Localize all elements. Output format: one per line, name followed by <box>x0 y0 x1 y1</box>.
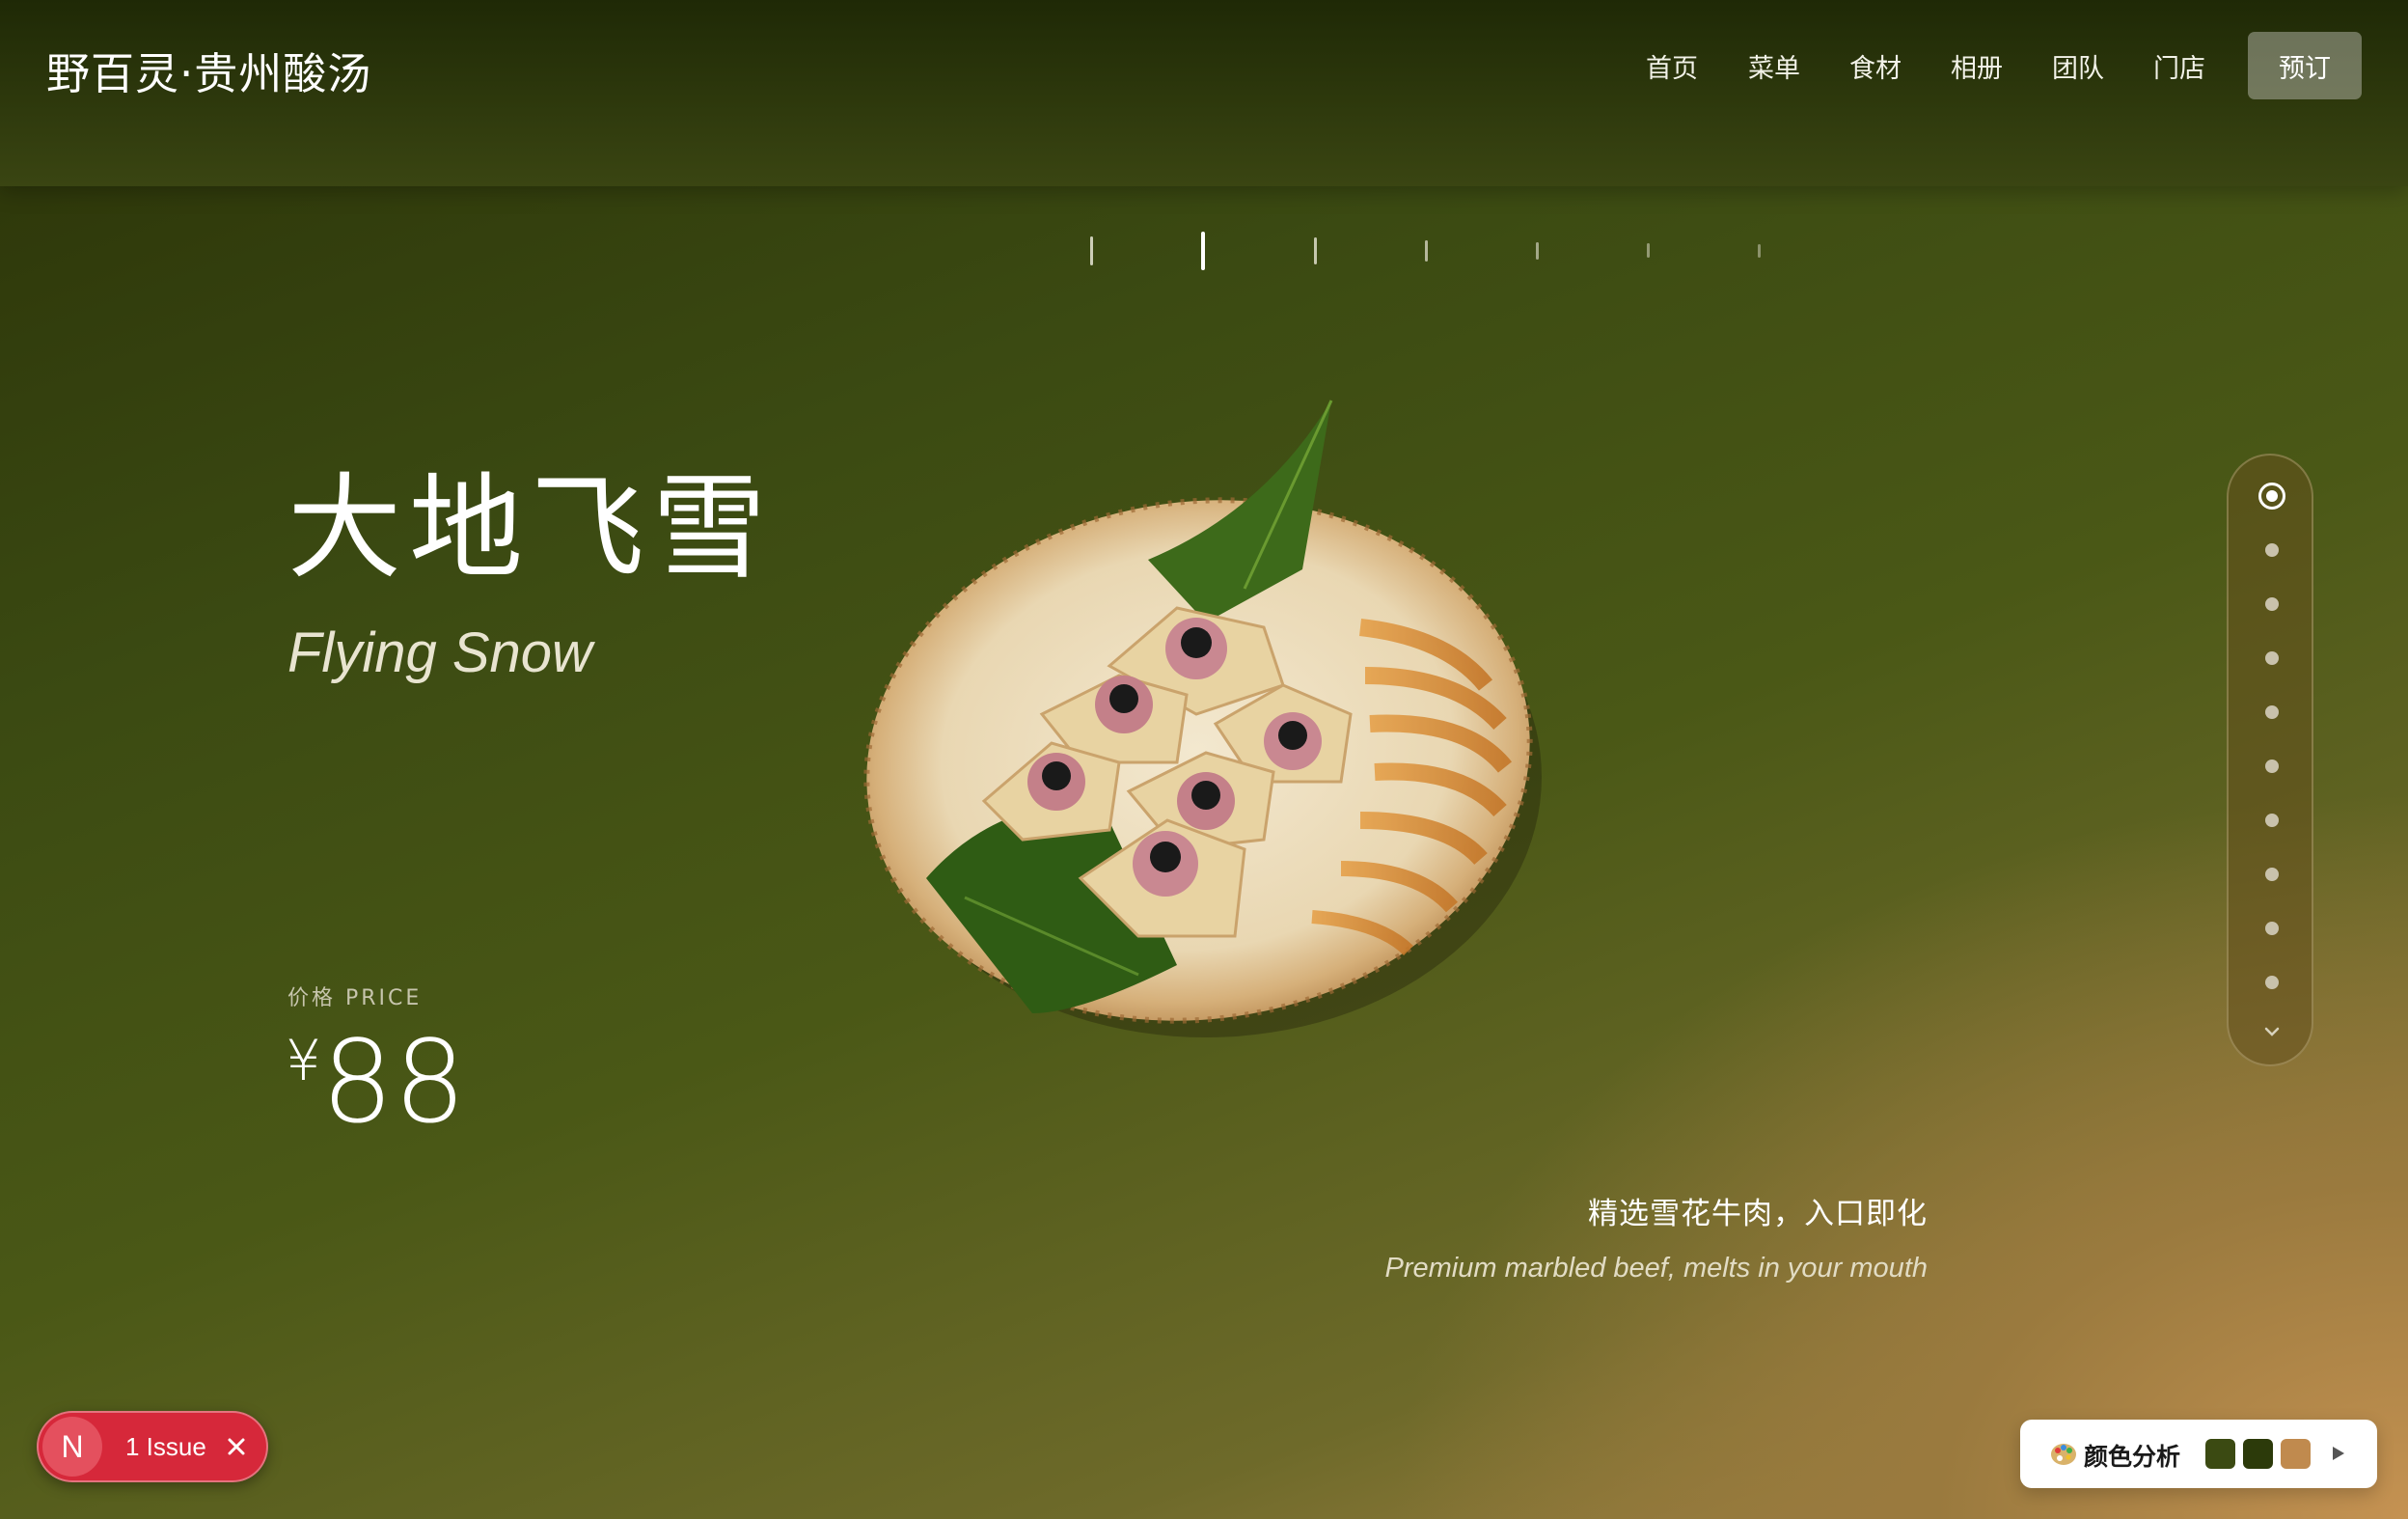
nav-ingredients[interactable]: 食材 <box>1849 47 1902 85</box>
nav-gallery[interactable]: 相册 <box>1951 47 2003 85</box>
slider-tick[interactable] <box>1758 244 1761 258</box>
side-dot[interactable] <box>2265 705 2279 719</box>
side-dot[interactable] <box>2265 814 2279 827</box>
nextjs-logo-icon: N <box>42 1417 102 1477</box>
price-label: 价格 PRICE <box>287 986 423 1010</box>
nav-stores[interactable]: 门店 <box>2153 47 2205 85</box>
reserve-button[interactable]: 预订 <box>2248 32 2362 99</box>
color-analysis-label: 颜色分析 <box>2084 1443 2181 1471</box>
dish-title-en: Flying Snow <box>287 621 592 684</box>
color-swatch[interactable] <box>2243 1439 2273 1469</box>
slider-tick[interactable] <box>1090 236 1093 265</box>
side-pagination <box>2227 454 2313 1066</box>
color-analysis-panel: 颜色分析 <box>2020 1420 2377 1488</box>
slider-tick[interactable] <box>1425 240 1428 262</box>
nav-team[interactable]: 团队 <box>2052 47 2104 85</box>
nav-menu[interactable]: 菜单 <box>1748 47 1800 85</box>
dish-title-zh: 大地飞雪 <box>287 461 775 594</box>
dish-description-en: Premium marbled beef, melts in your mout… <box>1384 1253 1929 1284</box>
currency-symbol: ¥ <box>286 1028 321 1093</box>
slider-tick[interactable] <box>1314 237 1317 264</box>
side-dot-active[interactable] <box>2258 483 2285 510</box>
dish-description-zh: 精选雪花牛肉，入口即化 <box>1588 1197 1928 1231</box>
top-header: 野百灵·贵州酸汤 首页 菜单 食材 相册 团队 门店 预订 <box>0 0 2408 186</box>
brand-logo-text[interactable]: 野百灵·贵州酸汤 <box>46 39 371 101</box>
chevron-down-icon[interactable] <box>2261 1021 2283 1042</box>
close-icon[interactable] <box>222 1432 251 1461</box>
play-icon[interactable] <box>2329 1443 2348 1464</box>
side-dot[interactable] <box>2265 651 2279 665</box>
palette-icon <box>2051 1444 2076 1465</box>
side-dot[interactable] <box>2265 597 2279 611</box>
dish-price: ¥88 <box>286 1025 466 1139</box>
side-dot[interactable] <box>2265 543 2279 557</box>
price-value: 88 <box>320 1015 467 1148</box>
dish-image <box>859 396 1553 1062</box>
issue-badge[interactable]: N 1 Issue <box>37 1411 268 1482</box>
color-swatch[interactable] <box>2205 1439 2235 1469</box>
side-dot[interactable] <box>2265 922 2279 935</box>
side-dot[interactable] <box>2265 976 2279 989</box>
side-dot[interactable] <box>2265 760 2279 773</box>
slider-tick[interactable] <box>1647 243 1650 258</box>
color-swatch[interactable] <box>2281 1439 2311 1469</box>
issue-count-label[interactable]: 1 Issue <box>125 1432 206 1462</box>
slider-tick-active[interactable] <box>1201 232 1205 270</box>
side-dot[interactable] <box>2265 868 2279 881</box>
slider-tick[interactable] <box>1536 242 1539 260</box>
nav-home[interactable]: 首页 <box>1646 47 1698 85</box>
